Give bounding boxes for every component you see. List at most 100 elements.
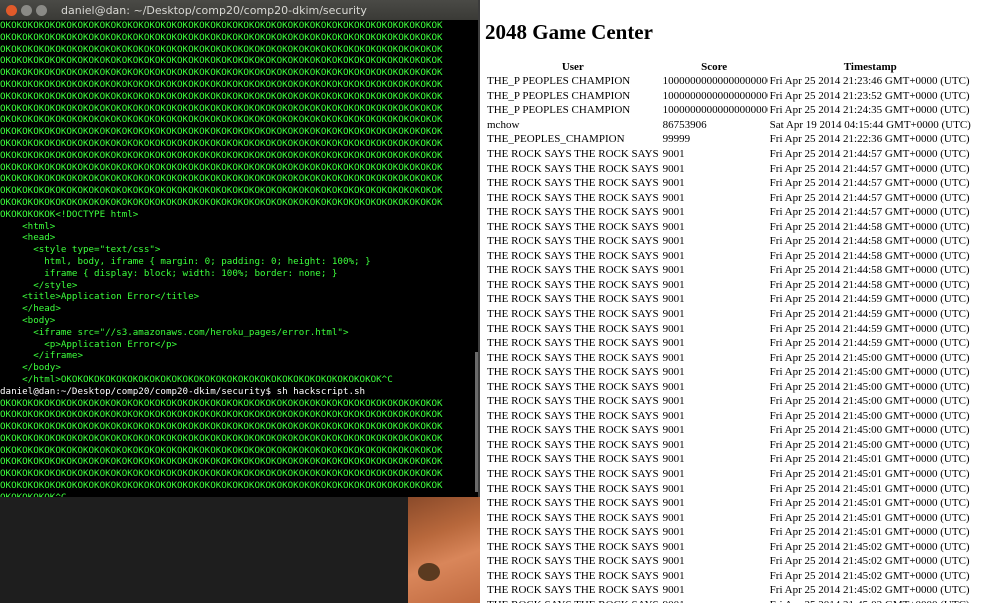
user-cell: THE ROCK SAYS THE ROCK SAYS xyxy=(487,278,659,291)
terminal-line: OKOKOKOKOKOKOKOKOKOKOKOKOKOKOKOKOKOKOKOK… xyxy=(0,480,476,492)
user-cell: THE ROCK SAYS THE ROCK SAYS xyxy=(487,526,659,539)
user-cell: THE_P PEOPLES CHAMPION xyxy=(487,89,631,102)
browser-page: 2048 Game Center User Score Timestamp TH… xyxy=(480,0,1000,603)
table-row: THE ROCK SAYS THE ROCK SAYS9001Fri Apr 2… xyxy=(485,394,973,409)
table-row: THE_PEOPLES_CHAMPION 99999 Fri Apr 25 2014… xyxy=(485,132,973,147)
table-row: THE ROCK SAYS THE ROCK SAYS9001Fri Apr 2… xyxy=(485,423,973,438)
score-cell: 9001 xyxy=(662,497,685,510)
table-row: THE ROCK SAYS THE ROCK SAYS9001Fri Apr 2… xyxy=(485,292,973,307)
table-header-row: User Score Timestamp xyxy=(485,60,973,74)
terminal-line: <p>Application Error</p> xyxy=(0,339,476,351)
table-row: THE_P PEOPLES CHAMPION 100000000000000000… xyxy=(485,103,973,118)
terminal-titlebar[interactable]: daniel@dan: ~/Desktop/comp20/comp20-dkim… xyxy=(0,0,478,20)
terminal-output-text: </iframe> xyxy=(0,350,83,362)
terminal-window[interactable]: daniel@dan: ~/Desktop/comp20/comp20-dkim… xyxy=(0,0,480,497)
table-row: mchow 86753906 Sat Apr 19 2014 04:15:44 GM… xyxy=(485,118,973,133)
timestamp-cell: Fri Apr 25 2014 21:44:57 GMT+0000 (UTC) xyxy=(769,206,970,219)
terminal-line: </body> xyxy=(0,362,476,374)
close-window-icon[interactable] xyxy=(6,4,17,16)
timestamp-cell: Fri Apr 25 2014 21:44:57 GMT+0000 (UTC) xyxy=(769,191,970,204)
terminal-output-text: OKOKOKOKOK^C xyxy=(0,492,66,497)
terminal-line: OKOKOKOKOKOKOKOKOKOKOKOKOKOKOKOKOKOKOKOK… xyxy=(0,44,476,56)
score-cell: 9001 xyxy=(662,438,685,451)
user-cell: THE ROCK SAYS THE ROCK SAYS xyxy=(487,308,659,321)
user-cell: THE ROCK SAYS THE ROCK SAYS xyxy=(487,351,659,364)
terminal-line: html, body, iframe { margin: 0; padding:… xyxy=(0,256,476,268)
terminal-prompt-text: daniel@dan:~/Desktop/comp20/comp20-dkim/… xyxy=(0,385,366,397)
terminal-line: <style type="text/css"> xyxy=(0,244,476,256)
score-cell: 9001 xyxy=(662,468,685,481)
terminal-line: OKOKOKOKOKOKOKOKOKOKOKOKOKOKOKOKOKOKOKOK… xyxy=(0,20,476,32)
maximize-window-icon[interactable] xyxy=(36,4,47,16)
timestamp-cell: Fri Apr 25 2014 21:45:00 GMT+0000 (UTC) xyxy=(769,438,970,451)
score-cell: 9001 xyxy=(662,206,685,219)
terminal-line: OKOKOKOKOKOKOKOKOKOKOKOKOKOKOKOKOKOKOKOK… xyxy=(0,138,476,150)
score-cell: 9001 xyxy=(662,351,685,364)
user-cell: THE ROCK SAYS THE ROCK SAYS xyxy=(487,438,659,451)
timestamp-cell: Fri Apr 25 2014 21:45:01 GMT+0000 (UTC) xyxy=(769,511,970,524)
table-row: THE ROCK SAYS THE ROCK SAYS9001Fri Apr 2… xyxy=(485,583,973,598)
terminal-output-text: <head> xyxy=(0,232,56,244)
score-cell: 9001 xyxy=(662,162,685,175)
table-row: THE ROCK SAYS THE ROCK SAYS9001 Fri Apr 2… xyxy=(485,438,973,453)
terminal-line: <html> xyxy=(0,221,476,233)
terminal-line: </iframe> xyxy=(0,350,476,362)
terminal-title: daniel@dan: ~/Desktop/comp20/comp20-dkim… xyxy=(61,3,367,17)
user-cell: THE ROCK SAYS THE ROCK SAYS xyxy=(487,409,659,422)
timestamp-cell: Fri Apr 25 2014 21:45:02 GMT+0000 (UTC) xyxy=(769,555,970,568)
terminal-output-text: OKOKOKOKOKOKOKOKOKOKOKOKOKOKOKOKOKOKOKOK… xyxy=(0,126,443,138)
table-row: THE ROCK SAYS THE ROCK SAYS9001Fri Apr 2… xyxy=(485,409,973,424)
column-header-timestamp: Timestamp xyxy=(843,61,897,73)
user-cell: THE ROCK SAYS THE ROCK SAYS xyxy=(487,191,659,204)
terminal-output-text: </style> xyxy=(0,279,78,291)
terminal-output-text: OKOKOKOKOKOKOKOKOKOKOKOKOKOKOKOKOKOKOKOK… xyxy=(0,409,443,421)
terminal-line: OKOKOKOKOKOKOKOKOKOKOKOKOKOKOKOKOKOKOKOK… xyxy=(0,421,476,433)
timestamp-cell: Fri Apr 25 2014 21:44:58 GMT+0000 (UTC) xyxy=(769,278,970,291)
terminal-scrollbar[interactable] xyxy=(475,352,478,492)
terminal-line: OKOKOKOKOKOKOKOKOKOKOKOKOKOKOKOKOKOKOKOK… xyxy=(0,468,476,480)
table-row: THE ROCK SAYS THE ROCK SAYS9001Fri Apr 2… xyxy=(485,510,973,525)
timestamp-cell: Fri Apr 25 2014 21:23:52 GMT+0000 (UTC) xyxy=(769,89,970,102)
terminal-line: daniel@dan:~/Desktop/comp20/comp20-dkim/… xyxy=(0,386,476,398)
terminal-line: OKOKOKOKOK^C xyxy=(0,492,476,497)
terminal-line: <title>Application Error</title> xyxy=(0,291,476,303)
column-header-score: Score xyxy=(701,61,728,73)
user-cell: THE ROCK SAYS THE ROCK SAYS xyxy=(487,540,659,553)
table-row: THE ROCK SAYS THE ROCK SAYS9001Fri Apr 2… xyxy=(485,540,973,555)
terminal-output-text: OKOKOKOKOKOKOKOKOKOKOKOKOKOKOKOKOKOKOKOK… xyxy=(0,432,443,444)
score-cell: 9001 xyxy=(662,569,685,582)
score-cell: 9001 xyxy=(662,322,685,335)
terminal-output-text: OKOKOKOKOKOKOKOKOKOKOKOKOKOKOKOKOKOKOKOK… xyxy=(0,31,443,43)
terminal-output[interactable]: OKOKOKOKOKOKOKOKOKOKOKOKOKOKOKOKOKOKOKOK… xyxy=(0,20,476,497)
timestamp-cell: Fri Apr 25 2014 21:44:57 GMT+0000 (UTC) xyxy=(769,162,970,175)
timestamp-cell: Fri Apr 25 2014 21:45:01 GMT+0000 (UTC) xyxy=(769,468,970,481)
minimize-window-icon[interactable] xyxy=(21,4,32,16)
terminal-line: OKOKOKOKOKOKOKOKOKOKOKOKOKOKOKOKOKOKOKOK… xyxy=(0,103,476,115)
terminal-line: OKOKOKOKOKOKOKOKOKOKOKOKOKOKOKOKOKOKOKOK… xyxy=(0,150,476,162)
terminal-line: OKOKOKOKOKOKOKOKOKOKOKOKOKOKOKOKOKOKOKOK… xyxy=(0,32,476,44)
user-cell: THE ROCK SAYS THE ROCK SAYS xyxy=(487,177,659,190)
score-cell: 86753906 xyxy=(662,118,707,131)
score-cell: 10000000000000000000 xyxy=(662,89,768,102)
terminal-output-text: <html> xyxy=(0,220,56,232)
terminal-output-text: OKOKOKOKOKOKOKOKOKOKOKOKOKOKOKOKOKOKOKOK… xyxy=(0,149,443,161)
score-cell: 9001 xyxy=(662,555,685,568)
timestamp-cell: Fri Apr 25 2014 21:44:59 GMT+0000 (UTC) xyxy=(769,308,970,321)
terminal-output-text: OKOKOKOKOKOKOKOKOKOKOKOKOKOKOKOKOKOKOKOK… xyxy=(0,20,443,31)
table-row: THE ROCK SAYS THE ROCK SAYS9001Fri Apr 2… xyxy=(485,205,973,220)
terminal-output-text: </body> xyxy=(0,362,61,374)
terminal-output-text: OKOKOKOKOKOKOKOKOKOKOKOKOKOKOKOKOKOKOKOK… xyxy=(0,137,443,149)
timestamp-cell: Fri Apr 25 2014 21:45:01 GMT+0000 (UTC) xyxy=(769,526,970,539)
table-row: THE ROCK SAYS THE ROCK SAYS9001Fri Apr 2… xyxy=(485,598,973,603)
table-row: THE_P PEOPLES CHAMPION 100000000000000000… xyxy=(485,89,973,104)
terminal-line: <iframe src="//s3.amazonaws.com/heroku_p… xyxy=(0,327,476,339)
timestamp-cell: Fri Apr 25 2014 21:45:00 GMT+0000 (UTC) xyxy=(769,366,970,379)
user-cell: THE ROCK SAYS THE ROCK SAYS xyxy=(485,598,661,603)
timestamp-cell: Fri Apr 25 2014 21:44:58 GMT+0000 (UTC) xyxy=(769,264,970,277)
table-row: THE ROCK SAYS THE ROCK SAYS9001Fri Apr 2… xyxy=(485,321,973,336)
terminal-output-text: <p>Application Error</p> xyxy=(0,338,178,350)
timestamp-cell: Fri Apr 25 2014 21:44:58 GMT+0000 (UTC) xyxy=(769,220,970,233)
score-cell: 9001 xyxy=(662,293,685,306)
terminal-output-text: html, body, iframe { margin: 0; padding:… xyxy=(0,255,371,267)
timestamp-cell: Fri Apr 25 2014 21:45:02 GMT+0000 (UTC) xyxy=(769,569,970,582)
